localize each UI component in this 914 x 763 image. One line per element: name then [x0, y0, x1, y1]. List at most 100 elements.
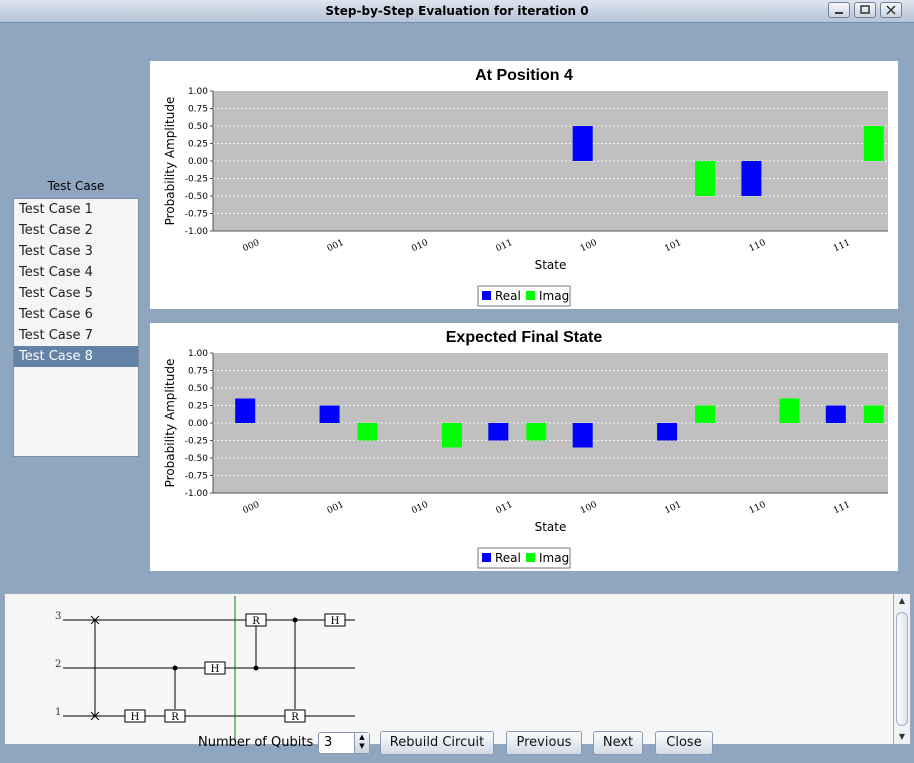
legend-label: Imag: [539, 551, 569, 565]
y-axis-label: Probability Amplitude: [163, 359, 177, 488]
bar-imag: [695, 405, 716, 423]
qubits-label: Number of Qubits: [198, 735, 314, 750]
y-tick-label: -1.00: [185, 489, 209, 499]
y-tick-label: 0.00: [188, 157, 208, 167]
test-case-list[interactable]: Test Case 1 Test Case 2 Test Case 3 Test…: [13, 198, 139, 457]
window-title: Step-by-Step Evaluation for iteration 0: [325, 4, 589, 18]
y-tick-label: 0.75: [188, 105, 208, 115]
y-tick-label: -0.50: [185, 454, 209, 464]
chart-title: At Position 4: [475, 67, 573, 84]
y-tick-label: 0.25: [188, 140, 208, 150]
svg-text:R: R: [291, 712, 299, 723]
test-case-label: Test Case: [47, 179, 105, 193]
qubits-value[interactable]: 3: [324, 735, 332, 750]
legend: Real Imag: [477, 547, 571, 569]
legend-swatch: [482, 553, 491, 562]
scroll-up-icon[interactable]: ▲: [894, 594, 910, 608]
scroll-thumb[interactable]: [896, 612, 908, 726]
bar-imag: [863, 126, 884, 161]
gate-box: H: [124, 709, 146, 723]
test-case-item[interactable]: Test Case 6: [14, 304, 138, 325]
y-tick-label: 0.75: [188, 367, 208, 377]
y-tick-label: 0.50: [188, 122, 208, 132]
x-tick-label: 010: [410, 238, 430, 254]
wire-label: 3: [55, 611, 61, 622]
bar-real: [235, 398, 256, 423]
test-case-item[interactable]: Test Case 2: [14, 220, 138, 241]
y-tick-label: -0.25: [185, 437, 208, 447]
test-case-item[interactable]: Test Case 1: [14, 199, 138, 220]
chart-current-position: At Position 4 1.00 0.75 0.50 0.25 0.00 -0.25 -0…: [150, 61, 898, 309]
x-tick-label: 010: [410, 500, 430, 516]
spinner-down-icon[interactable]: ▼: [355, 742, 369, 751]
x-axis-label: State: [535, 520, 567, 534]
svg-text:R: R: [252, 616, 260, 627]
test-case-item[interactable]: Test Case 3: [14, 241, 138, 262]
rebuild-circuit-button[interactable]: Rebuild Circuit: [380, 731, 494, 755]
wire-label: 1: [55, 707, 61, 718]
x-axis-label: State: [535, 258, 567, 272]
x-tick-label: 110: [748, 238, 768, 254]
x-tick-label: 000: [241, 238, 261, 254]
bar-imag: [779, 398, 800, 423]
maximize-button[interactable]: [854, 2, 876, 18]
bar-imag: [441, 423, 462, 448]
main-panel: Test Case Test Case 1 Test Case 2 Test C…: [0, 23, 914, 763]
bar-real: [572, 423, 593, 448]
title-bar: Step-by-Step Evaluation for iteration 0: [0, 0, 914, 23]
spinner-up-icon[interactable]: ▲: [355, 733, 369, 742]
chart-expected-final-state-svg: Expected Final State 1.00 0.75 0.50 0.25 0.00…: [163, 329, 888, 569]
y-tick-label: -0.75: [185, 210, 208, 220]
y-tick-label: -0.25: [185, 175, 208, 185]
y-axis-label: Probability Amplitude: [163, 97, 177, 226]
test-case-item[interactable]: Test Case 7: [14, 325, 138, 346]
bar-imag: [695, 161, 716, 196]
next-button[interactable]: Next: [593, 731, 643, 755]
legend-swatch: [526, 291, 535, 300]
bar-real: [488, 423, 509, 441]
gate-box: R: [284, 709, 306, 723]
y-tick-label: 0.00: [188, 419, 208, 429]
bar-real: [825, 405, 846, 423]
x-tick-label: 100: [579, 500, 599, 516]
gate-box: H: [324, 613, 346, 627]
bar-real: [319, 405, 340, 423]
legend-label: Real: [495, 551, 521, 565]
test-case-item-selected[interactable]: Test Case 8: [14, 346, 138, 367]
test-case-item[interactable]: Test Case 5: [14, 283, 138, 304]
y-tick-label: -0.75: [185, 472, 208, 482]
y-tick-label: 0.25: [188, 402, 208, 412]
qubits-spinner[interactable]: 3 ▲ ▼: [318, 732, 370, 754]
y-tick-label: -1.00: [185, 227, 209, 237]
chart-expected-final-state: Expected Final State 1.00 0.75 0.50 0.25 0.00…: [150, 323, 898, 571]
chart-title: Expected Final State: [446, 329, 603, 346]
bottom-toolbar: Number of Qubits 3 ▲ ▼ Rebuild Circuit Pr…: [0, 728, 914, 758]
svg-text:R: R: [171, 712, 179, 723]
x-tick-label: 101: [663, 238, 683, 254]
legend-label: Real: [495, 289, 521, 303]
x-tick-label: 111: [832, 238, 852, 254]
close-window-button[interactable]: [880, 2, 902, 18]
bar-imag: [357, 423, 378, 441]
y-tick-label: 1.00: [188, 349, 208, 359]
y-tick-label: 1.00: [188, 87, 208, 97]
control-dot: [172, 665, 178, 671]
svg-text:H: H: [131, 712, 140, 723]
chart-current-position-svg: At Position 4 1.00 0.75 0.50 0.25 0.00 -0.25 -0…: [163, 67, 888, 307]
bar-real: [741, 161, 762, 196]
circuit-scrollbar[interactable]: ▲ ▼: [893, 593, 911, 745]
x-tick-label: 000: [241, 500, 261, 516]
test-case-item[interactable]: Test Case 4: [14, 262, 138, 283]
x-tick-label: 001: [326, 500, 346, 516]
x-tick-label: 011: [495, 500, 515, 516]
previous-button[interactable]: Previous: [506, 731, 582, 755]
bar-real: [657, 423, 678, 441]
maximize-icon: [860, 5, 870, 14]
close-icon: [886, 5, 896, 15]
y-tick-label: -0.50: [185, 192, 209, 202]
svg-text:H: H: [211, 664, 220, 675]
minimize-button[interactable]: [828, 2, 850, 18]
x-tick-label: 001: [326, 238, 346, 254]
control-dot: [292, 617, 298, 623]
close-button[interactable]: Close: [655, 731, 713, 755]
